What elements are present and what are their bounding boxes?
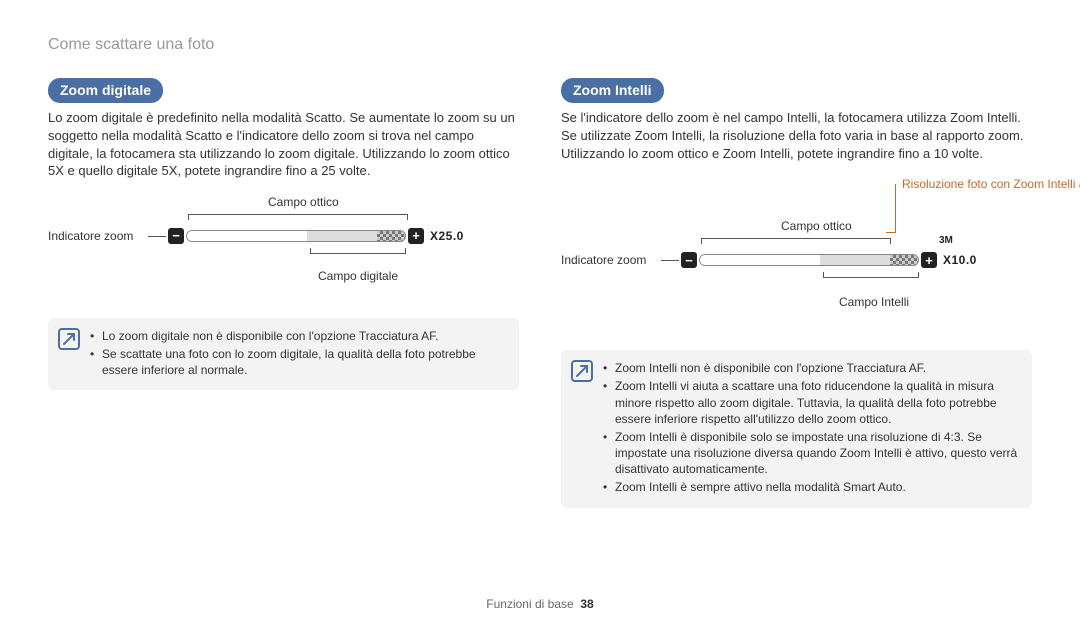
right-column: Zoom Intelli Se l'indicatore dello zoom …: [561, 78, 1032, 508]
label-indicatore-zoom-r: Indicatore zoom: [561, 252, 646, 268]
zoom-plus-icon: +: [408, 228, 424, 244]
zoom-bar-optical: [187, 231, 307, 241]
zoom-intelli-heading: Zoom Intelli: [561, 78, 664, 104]
label-risoluzione: Risoluzione foto con Zoom Intelli attiva…: [902, 176, 1032, 192]
note-item: Lo zoom digitale non è disponibile con l…: [90, 328, 507, 344]
note-item: Zoom Intelli vi aiuta a scattare una fot…: [603, 378, 1020, 427]
note-icon: [58, 328, 80, 350]
label-indicatore-zoom: Indicatore zoom: [48, 228, 133, 244]
note-item: Zoom Intelli è disponibile solo se impos…: [603, 429, 1020, 478]
note-item: Se scattate una foto con lo zoom digital…: [90, 346, 507, 378]
note-list-r: Zoom Intelli non è disponibile con l'opz…: [603, 360, 1020, 498]
lead-risoluzione-v: [895, 184, 896, 232]
page-title: Come scattare una foto: [48, 34, 1032, 56]
zoom-bar: [186, 230, 406, 242]
footer-section: Funzioni di base: [486, 597, 573, 611]
zoom-bar-optical-r: [700, 255, 820, 265]
zoom-digitale-notes: Lo zoom digitale non è disponibile con l…: [48, 318, 519, 391]
zoom-minus-icon: −: [168, 228, 184, 244]
page-footer: Funzioni di base 38: [0, 596, 1080, 612]
note-item: Zoom Intelli è sempre attivo nella modal…: [603, 479, 1020, 495]
lead-risoluzione-h: [886, 232, 896, 233]
content-columns: Zoom digitale Lo zoom digitale è predefi…: [48, 78, 1032, 508]
zoom-bar-shade-r: [820, 255, 890, 265]
zoom-digitale-diagram: Campo ottico Indicatore zoom − + X25.0 C…: [48, 194, 519, 304]
zoom-intelli-notes: Zoom Intelli non è disponibile con l'opz…: [561, 350, 1032, 508]
zoom-value: X25.0: [430, 228, 464, 244]
zoom-bar-digital: [377, 231, 405, 241]
zoom-bar-row-r: − + X10.0: [681, 252, 1021, 268]
bracket-campo-intelli: [823, 272, 919, 278]
lead-indicatore: [148, 236, 166, 237]
zoom-digitale-paragraph: Lo zoom digitale è predefinito nella mod…: [48, 109, 519, 179]
zoom-minus-icon-r: −: [681, 252, 697, 268]
zoom-digitale-heading: Zoom digitale: [48, 78, 163, 104]
label-campo-intelli: Campo Intelli: [839, 294, 909, 310]
zoom-intelli-paragraph: Se l'indicatore dello zoom è nel campo I…: [561, 109, 1032, 162]
zoom-value-r: X10.0: [943, 252, 977, 268]
label-campo-ottico-r: Campo ottico: [781, 218, 852, 234]
note-item: Zoom Intelli non è disponibile con l'opz…: [603, 360, 1020, 376]
zoom-bar-row: − + X25.0: [168, 228, 498, 244]
zoom-plus-icon-r: +: [921, 252, 937, 268]
bracket-campo-ottico: [188, 214, 408, 220]
bracket-campo-ottico-r: [701, 238, 891, 244]
left-column: Zoom digitale Lo zoom digitale è predefi…: [48, 78, 519, 508]
note-icon-r: [571, 360, 593, 382]
zoom-intelli-diagram: Risoluzione foto con Zoom Intelli attiva…: [561, 176, 1032, 336]
bracket-campo-digitale: [310, 248, 406, 254]
lead-indicatore-r: [661, 260, 679, 261]
label-campo-ottico: Campo ottico: [268, 194, 339, 210]
resolution-3m: 3M: [939, 234, 953, 248]
zoom-bar-intelli-r: [890, 255, 918, 265]
note-list: Lo zoom digitale non è disponibile con l…: [90, 328, 507, 381]
footer-page-number: 38: [580, 597, 593, 611]
zoom-bar-shade: [307, 231, 377, 241]
label-campo-digitale: Campo digitale: [318, 268, 398, 284]
zoom-bar-r: [699, 254, 919, 266]
